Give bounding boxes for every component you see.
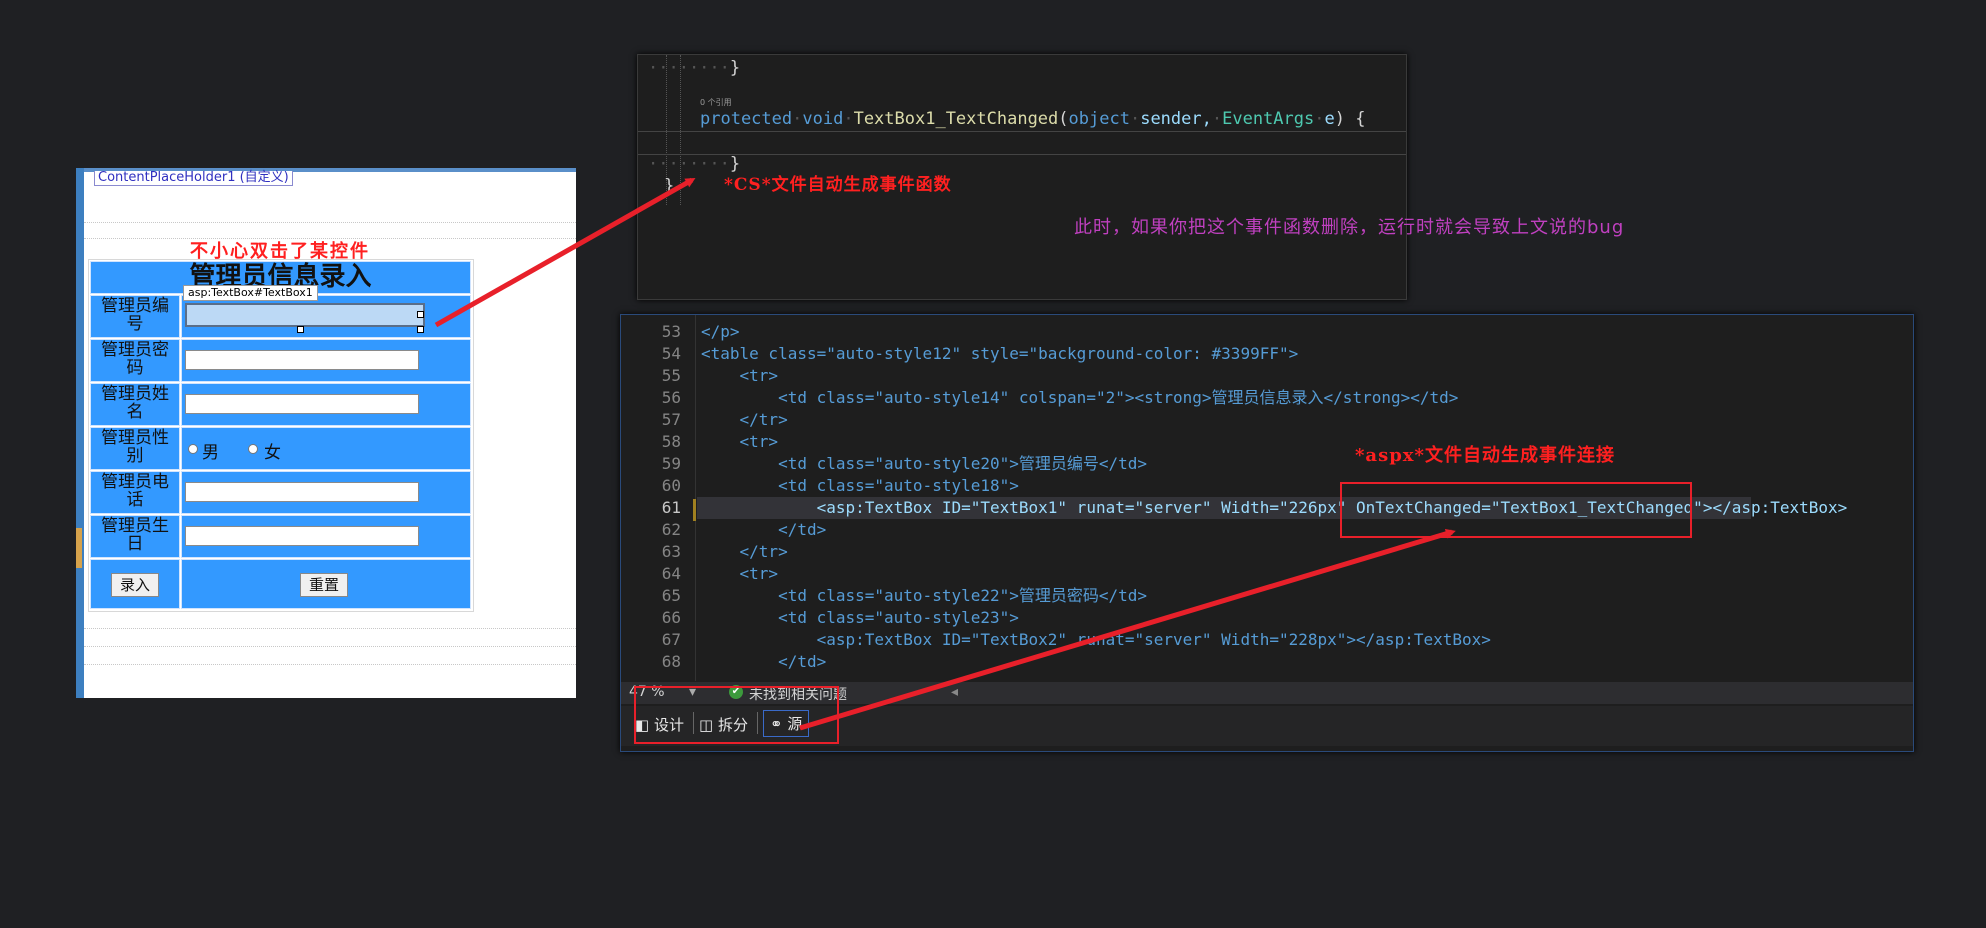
arrow-to-cs-function [434,177,696,328]
annotation-arrows [434,177,1456,731]
arrow-to-aspx-attribute [799,528,1456,731]
